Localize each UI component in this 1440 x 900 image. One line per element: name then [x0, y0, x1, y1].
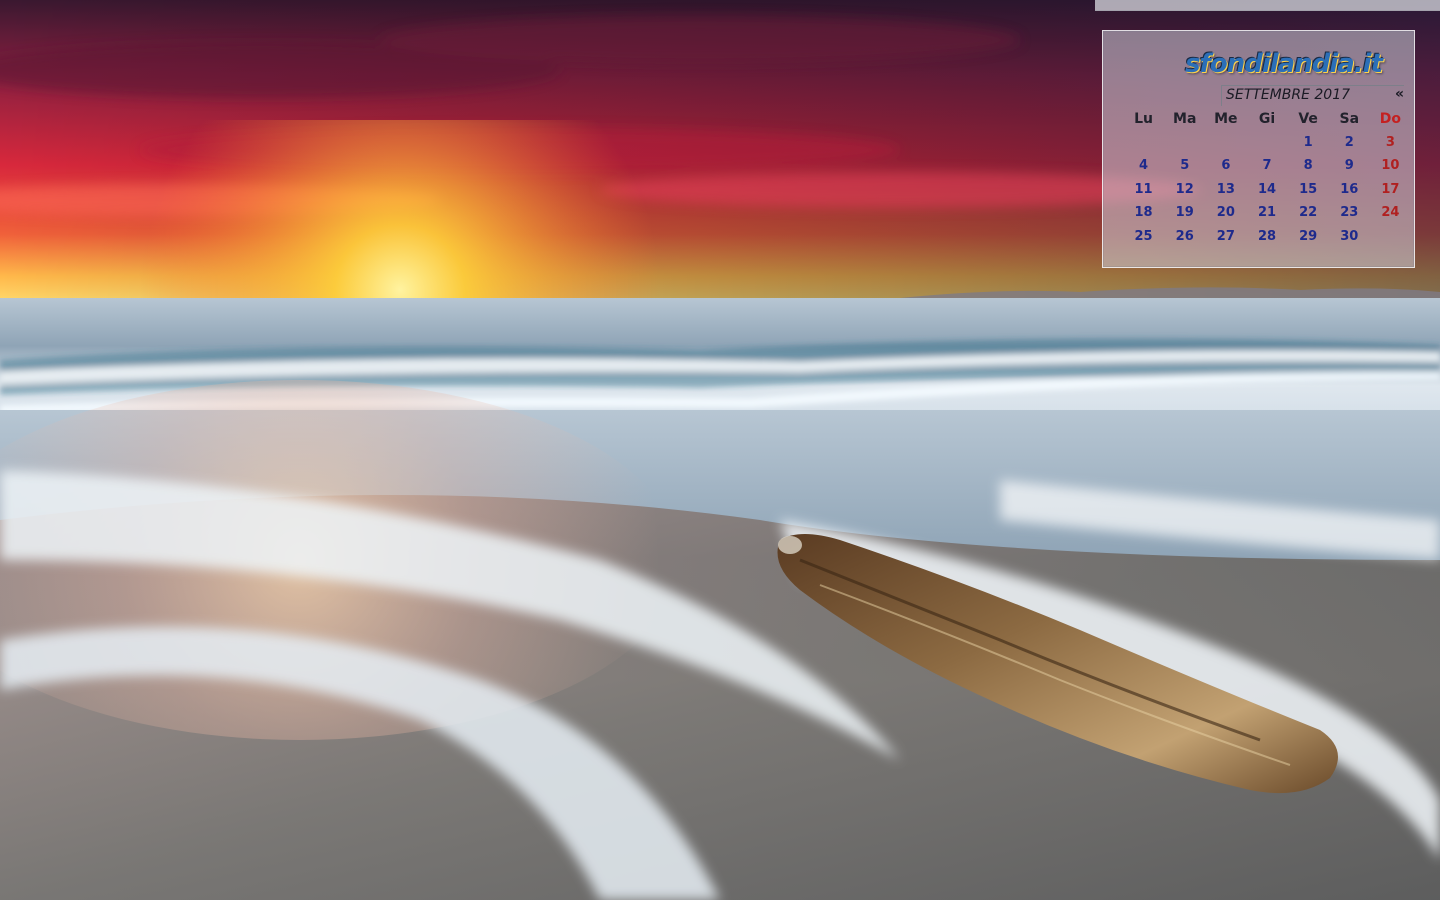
day-cell-sunday: 17: [1381, 181, 1400, 197]
day-cell: 18: [1134, 205, 1153, 221]
week-row: 11 12 13 14 15 16 17: [1123, 178, 1411, 202]
day-cell-sunday: [1370, 225, 1411, 249]
day-cell: 12: [1175, 181, 1194, 197]
calendar-widget: sfondilandia.it SETTEMBRE 2017 « Lu Ma M…: [1102, 30, 1415, 268]
day-cell: 2: [1344, 134, 1354, 150]
weekday-label: Me: [1214, 110, 1238, 127]
week-row: 1 2 3: [1123, 131, 1411, 155]
day-cell: [1246, 131, 1287, 155]
day-cell: 9: [1344, 158, 1354, 174]
day-cell: 11: [1134, 181, 1153, 197]
day-cell: 21: [1257, 205, 1277, 221]
day-cell: 6: [1221, 158, 1231, 174]
day-cell: 5: [1180, 158, 1190, 174]
month-label: SETTEMBRE 2017: [1226, 87, 1351, 103]
day-cell: 27: [1216, 228, 1235, 244]
week-row: 4 5 6 7 8 9 10: [1123, 154, 1411, 178]
day-cell: 1: [1303, 134, 1313, 150]
day-cell: 8: [1303, 158, 1313, 174]
weekday-label: Lu: [1134, 110, 1154, 127]
day-cell: 29: [1299, 228, 1318, 244]
calendar-grid: Lu Ma Me Gi Ve Sa Do 1 2 3 4 5 6 7 8 9 1…: [1123, 107, 1411, 248]
day-cell-sunday: 24: [1381, 205, 1400, 221]
month-header: SETTEMBRE 2017 «: [1221, 85, 1404, 106]
weekday-label: Sa: [1339, 110, 1360, 127]
day-cell: 30: [1340, 228, 1359, 244]
weekday-header-row: Lu Ma Me Gi Ve Sa Do: [1123, 107, 1411, 131]
weekday-label: Ve: [1298, 110, 1318, 127]
calendar-top-strip: [1095, 0, 1440, 11]
previous-month-button[interactable]: «: [1395, 86, 1404, 102]
day-cell: 13: [1216, 181, 1235, 197]
day-cell: 4: [1139, 158, 1149, 174]
weekday-label-sunday: Do: [1379, 110, 1402, 127]
weekday-label: Ma: [1173, 110, 1197, 127]
day-cell-sunday: 10: [1381, 158, 1400, 174]
day-cell: 23: [1340, 205, 1359, 221]
day-cell: 20: [1216, 205, 1235, 221]
day-cell: 19: [1175, 205, 1194, 221]
day-cell: [1205, 131, 1246, 155]
day-cell: 7: [1262, 158, 1272, 174]
day-cell: [1164, 131, 1205, 155]
day-cell-sunday: 3: [1385, 134, 1395, 150]
day-cell: [1123, 131, 1164, 155]
day-cell: 22: [1299, 205, 1318, 221]
day-cell: 25: [1134, 228, 1153, 244]
week-row: 25 26 27 28 29 30: [1123, 225, 1411, 249]
day-cell: 14: [1257, 181, 1277, 197]
day-cell: 15: [1299, 181, 1318, 197]
week-row: 18 19 20 21 22 23 24: [1123, 201, 1411, 225]
day-cell: 28: [1257, 228, 1277, 244]
brand-logo: sfondilandia.it: [1185, 49, 1383, 79]
weekday-label: Gi: [1258, 110, 1276, 127]
day-cell: 16: [1340, 181, 1359, 197]
day-cell: 26: [1175, 228, 1194, 244]
